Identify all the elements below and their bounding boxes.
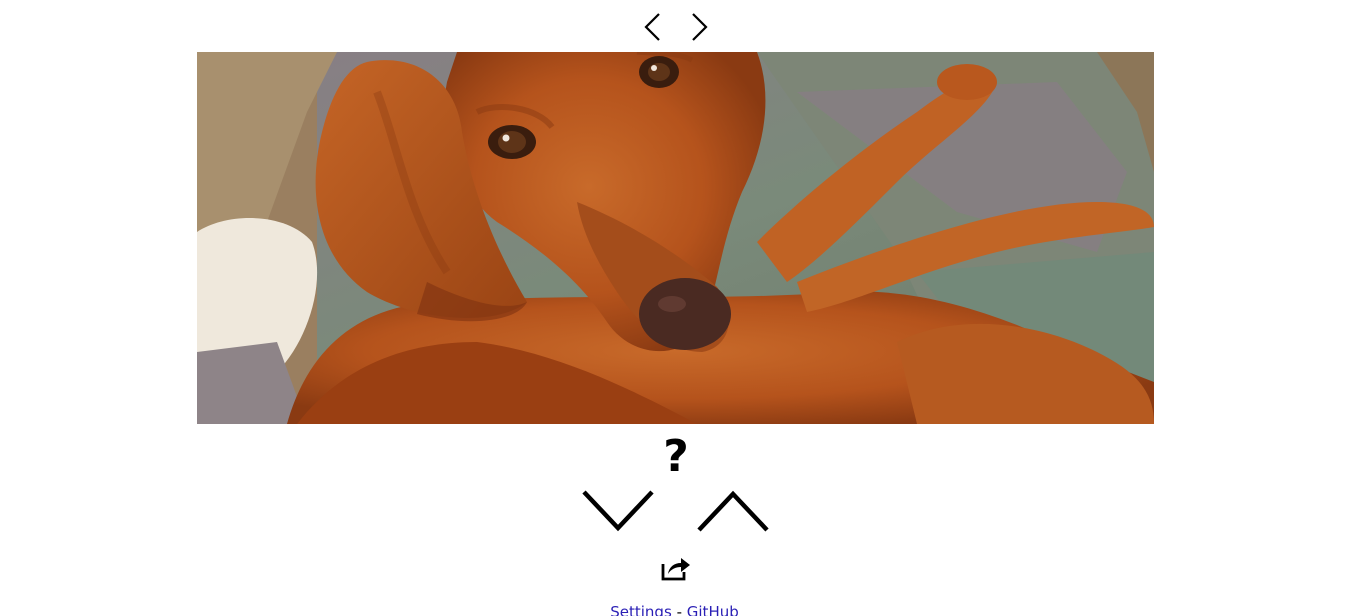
chevron-right-icon <box>692 13 708 41</box>
share-button[interactable] <box>660 553 692 583</box>
image-navigation <box>636 10 716 44</box>
chevron-up-icon <box>697 490 769 532</box>
share-icon <box>661 558 690 581</box>
chevron-down-icon <box>582 490 654 532</box>
vote-down-button[interactable] <box>581 486 655 536</box>
chevron-left-icon <box>644 13 660 41</box>
footer: Settings - GitHub <box>0 602 1349 616</box>
vote-up-button[interactable] <box>696 486 770 536</box>
rating-prompt: ? <box>663 431 689 482</box>
page: ? Settings - GitHub <box>0 0 1349 616</box>
footer-separator: - <box>676 603 682 616</box>
dog-photo <box>197 52 1154 424</box>
settings-link[interactable]: Settings <box>610 603 672 616</box>
next-image-button[interactable] <box>682 10 716 44</box>
github-link[interactable]: GitHub <box>687 603 739 616</box>
previous-image-button[interactable] <box>636 10 670 44</box>
